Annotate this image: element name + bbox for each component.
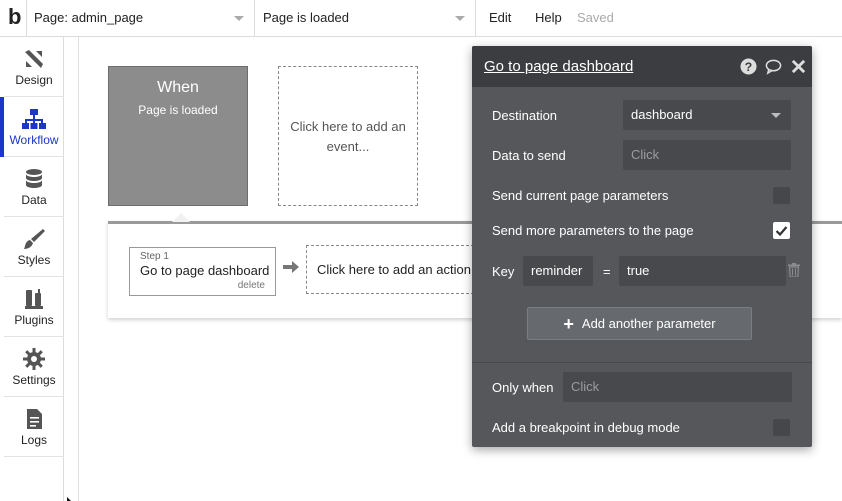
sidebar-item-label: Design [15,73,53,87]
add-another-parameter-button[interactable]: + Add another parameter [527,307,752,340]
send-more-params-checkbox[interactable] [773,222,790,239]
send-current-params-checkbox[interactable] [773,187,790,204]
event-selector-label: Page is loaded [263,10,350,25]
step-card[interactable]: Step 1 Go to page dashboard delete [129,247,276,296]
brush-icon [24,229,45,249]
breakpoint-checkbox[interactable] [773,419,790,436]
step-title: Go to page dashboard [140,263,270,278]
sidebar-item-label: Settings [12,373,56,387]
chevron-down-icon [234,16,244,21]
top-bar: b Page: admin_page Page is loaded Edit H… [0,0,842,37]
plug-icon [25,289,43,309]
sidebar-item-styles[interactable]: Styles [4,217,64,277]
destination-value: dashboard [631,107,693,122]
add-event-placeholder[interactable]: Click here to add an event... [278,66,418,206]
workflow-icon [22,109,46,129]
sidebar-item-label: Plugins [14,313,54,327]
send-more-params-label: Send more parameters to the page [492,223,694,238]
sidebar-item-logs[interactable]: Logs [4,397,64,457]
destination-dropdown[interactable]: dashboard [623,100,791,130]
step-number: Step 1 [140,251,169,262]
sidebar-item-design[interactable]: Design [4,37,64,97]
send-current-params-label: Send current page parameters [492,188,669,203]
sidebar-item-settings[interactable]: Settings [4,337,64,397]
page-selector-label: Page: admin_page [34,10,144,25]
edit-menu[interactable]: Edit [489,0,511,37]
add-action-placeholder[interactable]: Click here to add an action... [306,245,474,294]
checkmark-icon [775,226,788,237]
only-when-label: Only when [492,380,554,395]
arrow-right-icon [283,261,299,273]
add-parameter-label: Add another parameter [581,316,716,331]
sidebar-item-label: Styles [17,253,51,267]
database-icon [26,169,42,188]
sidebar-item-label: Logs [20,433,48,447]
design-tools-icon [25,50,43,68]
event-pointer [172,213,190,222]
sidebar-item-data[interactable]: Data [4,157,64,217]
sidebar-item-label: Data [21,193,47,207]
svg-text:?: ? [745,60,753,74]
panel-divider [472,362,812,363]
page-selector[interactable]: Page: admin_page [27,0,255,37]
panel-header: Go to page dashboard ? [472,46,812,87]
param-key-input[interactable]: reminder [523,256,593,286]
gear-icon [23,348,45,370]
key-label: Key [492,264,515,279]
help-menu[interactable]: Help [535,0,562,37]
sidebar-item-workflow[interactable]: Workflow [0,97,64,157]
chevron-down-icon [455,16,465,21]
equals-sign: = [603,264,611,279]
sidebar-item-label: Workflow [9,133,59,147]
save-status: Saved [577,10,614,25]
plus-icon: + [563,314,574,334]
help-icon[interactable]: ? [740,58,757,75]
event-card[interactable]: When Page is loaded [108,66,248,206]
comment-icon[interactable] [765,58,782,75]
sidebar: Design Workflow Data Styles Plugins Sett… [0,37,72,501]
destination-label: Destination [492,108,558,123]
document-icon [27,409,42,429]
app-logo[interactable]: b [0,0,27,37]
data-to-send-label: Data to send [492,148,566,163]
event-card-trigger: Page is loaded [138,103,218,117]
event-card-title: When [157,79,199,96]
panel-title[interactable]: Go to page dashboard [484,58,633,75]
close-icon[interactable] [790,58,807,75]
trash-icon[interactable] [788,263,800,277]
sidebar-item-plugins[interactable]: Plugins [4,277,64,337]
event-selector[interactable]: Page is loaded [256,0,476,37]
breakpoint-label: Add a breakpoint in debug mode [492,420,680,435]
action-property-panel: Go to page dashboard ? Destination dashb… [472,46,812,447]
param-value-input[interactable]: true [619,256,786,286]
data-to-send-input[interactable]: Click [623,140,791,170]
chevron-down-icon [771,113,781,118]
expand-sidebar-arrow-icon[interactable] [67,497,72,501]
delete-step-link[interactable]: delete [238,280,265,291]
only-when-input[interactable]: Click [563,372,792,402]
